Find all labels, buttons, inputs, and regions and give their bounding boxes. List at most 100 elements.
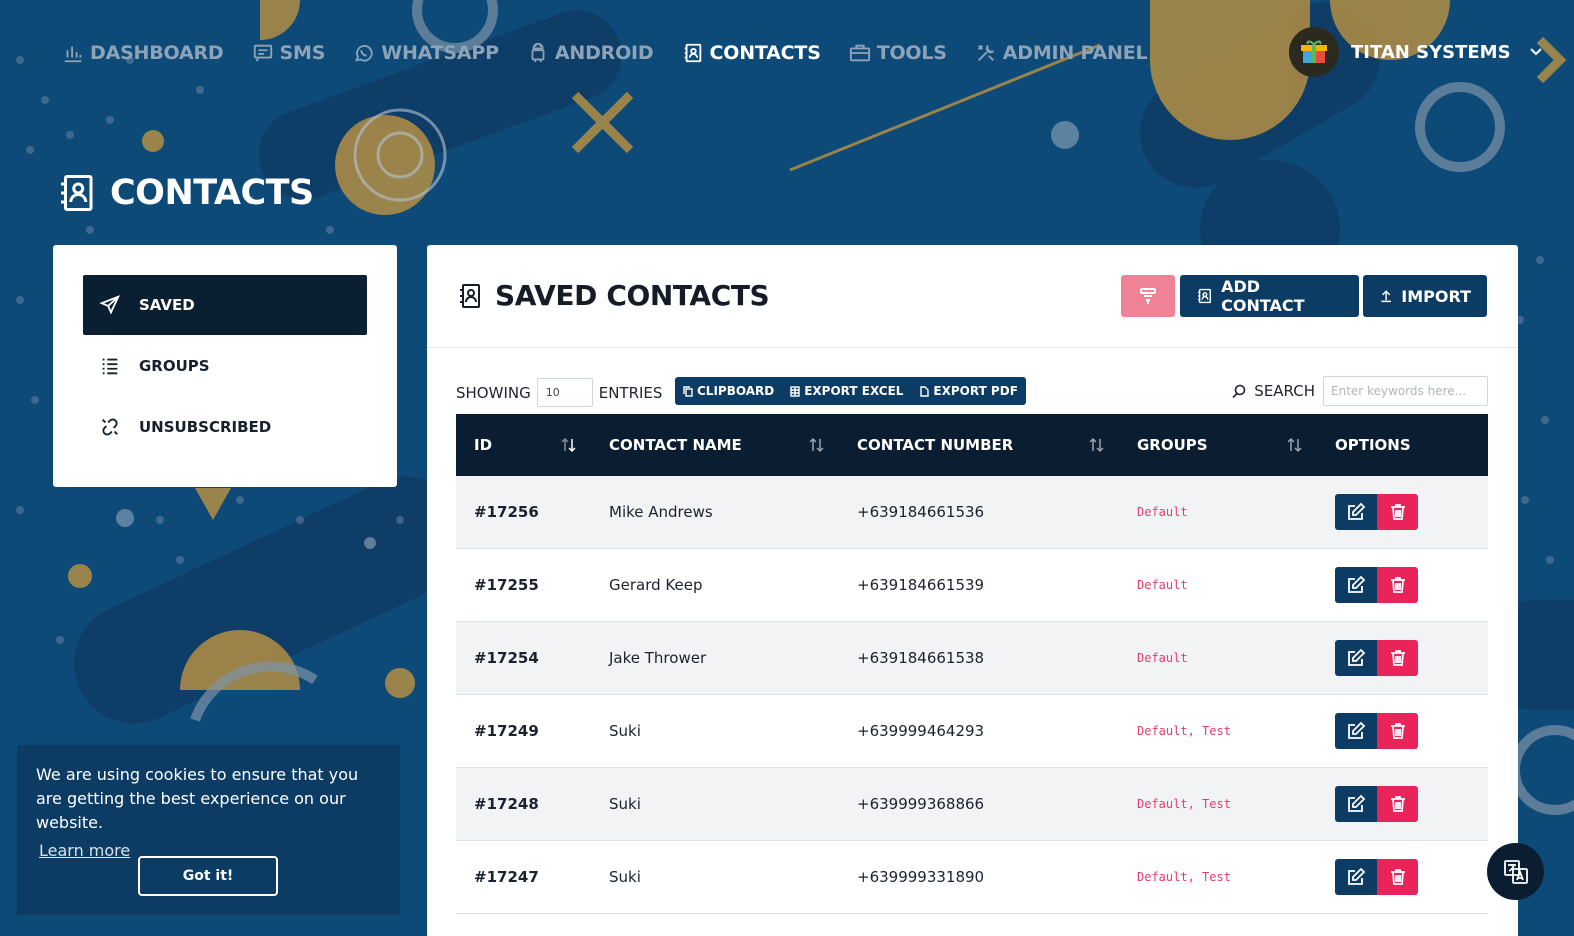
sidebar-item-unsubscribed[interactable]: UNSUBSCRIBED — [83, 397, 367, 457]
page-heading: CONTACTS — [58, 173, 314, 213]
trash-icon — [1390, 504, 1405, 520]
row-actions — [1335, 640, 1418, 676]
edit-icon — [1348, 575, 1366, 593]
row-actions — [1335, 713, 1418, 749]
edit-button[interactable] — [1335, 640, 1377, 676]
nav-item-label: ADMIN PANEL — [1002, 42, 1148, 64]
row-actions — [1335, 859, 1418, 895]
trash-icon — [1390, 796, 1405, 812]
search-label: SEARCH — [1254, 382, 1315, 400]
row-actions — [1335, 494, 1418, 530]
learn-more-link[interactable]: Learn more — [39, 839, 130, 863]
nav-item-contacts[interactable]: CONTACTS — [682, 42, 821, 64]
nav-item-admin-panel[interactable]: ADMIN PANEL — [975, 42, 1148, 64]
edit-icon — [1348, 867, 1366, 885]
clipboard-button[interactable]: CLIPBOARD — [675, 377, 782, 405]
saved-contacts-card: SAVED CONTACTS ADD CONTACT IMPORT SHOWIN… — [427, 245, 1518, 936]
column-header-id[interactable]: ID — [456, 414, 591, 476]
row-actions — [1335, 567, 1418, 603]
add-contact-button[interactable]: ADD CONTACT — [1180, 275, 1359, 317]
add-contact-label: ADD CONTACT — [1221, 277, 1305, 315]
delete-button[interactable] — [1377, 859, 1418, 895]
edit-button[interactable] — [1335, 713, 1377, 749]
cell-groups: Default, Test — [1137, 797, 1231, 811]
card-title-text: SAVED CONTACTS — [495, 279, 770, 312]
table-icon — [790, 385, 800, 397]
entries-input[interactable] — [536, 378, 593, 407]
cell-contact-number: +639999368866 — [857, 795, 985, 813]
trash-icon — [1390, 650, 1405, 666]
cell-groups: Default — [1137, 578, 1188, 592]
export-excel-button[interactable]: EXPORT EXCEL — [782, 377, 911, 405]
delete-button[interactable] — [1377, 640, 1418, 676]
sidebar-item-groups[interactable]: GROUPS — [83, 336, 367, 396]
cell-contact-number: +639184661539 — [857, 576, 985, 594]
edit-button[interactable] — [1335, 494, 1377, 530]
export-pdf-label: EXPORT PDF — [933, 384, 1018, 398]
column-header-label: GROUPS — [1137, 436, 1208, 454]
cookie-accept-button[interactable]: Got it! — [138, 856, 278, 896]
card-header: SAVED CONTACTS ADD CONTACT IMPORT — [427, 245, 1518, 348]
entries-label: ENTRIES — [598, 383, 663, 402]
cell-groups: Default — [1137, 505, 1188, 519]
trash-icon — [1390, 577, 1405, 593]
filter-button[interactable] — [1121, 275, 1175, 317]
cell-options — [1317, 786, 1488, 822]
sidebar-item-saved[interactable]: SAVED — [83, 275, 367, 335]
upload-icon — [1381, 290, 1391, 303]
sort-icon — [1287, 437, 1302, 453]
table-row: #17254 Jake Thrower +639184661538 Defaul… — [456, 622, 1488, 695]
delete-button[interactable] — [1377, 713, 1418, 749]
column-header-label: ID — [474, 436, 493, 454]
trash-icon — [1390, 723, 1405, 739]
copy-icon — [683, 385, 693, 397]
translate-button[interactable] — [1487, 843, 1544, 900]
delete-button[interactable] — [1377, 567, 1418, 603]
delete-button[interactable] — [1377, 494, 1418, 530]
cell-options — [1317, 567, 1488, 603]
column-header-contact-number[interactable]: CONTACT NUMBER — [839, 414, 1119, 476]
search-icon — [1232, 384, 1246, 398]
clipboard-label: CLIPBOARD — [697, 384, 775, 398]
column-header-options: OPTIONS — [1317, 414, 1488, 476]
contacts-icon — [61, 175, 93, 211]
edit-button[interactable] — [1335, 567, 1377, 603]
cell-contact-name: Suki — [609, 868, 641, 886]
list-icon — [102, 358, 118, 375]
cell-options — [1317, 713, 1488, 749]
column-header-contact-name[interactable]: CONTACT NAME — [591, 414, 839, 476]
unlink-icon — [102, 418, 118, 436]
import-button[interactable]: IMPORT — [1363, 275, 1487, 317]
cell-contact-number: +639184661536 — [857, 503, 985, 521]
cell-groups: Default, Test — [1137, 724, 1231, 738]
search-input[interactable] — [1323, 376, 1488, 406]
table-body: #17256 Mike Andrews +639184661536 Defaul… — [456, 476, 1488, 914]
nav-item-dashboard[interactable]: DASHBOARD — [62, 42, 224, 64]
column-header-groups[interactable]: GROUPS — [1119, 414, 1317, 476]
delete-button[interactable] — [1377, 786, 1418, 822]
nav-item-tools[interactable]: TOOLS — [849, 42, 947, 64]
contacts-sidebar: SAVED GROUPS UNSUBSCRIBED — [53, 245, 397, 487]
export-pdf-button[interactable]: EXPORT PDF — [911, 377, 1025, 405]
cell-contact-name: Mike Andrews — [609, 503, 713, 521]
cell-groups: Default — [1137, 651, 1188, 665]
nav-item-android[interactable]: ANDROID — [527, 42, 654, 64]
row-actions — [1335, 786, 1418, 822]
nav-item-whatsapp[interactable]: WHATSAPP — [353, 42, 499, 64]
send-icon — [99, 295, 121, 315]
account-menu[interactable]: TITAN SYSTEMS — [1289, 27, 1543, 77]
cell-contact-name: Suki — [609, 795, 641, 813]
top-navigation: DASHBOARD SMS WHATSAPP ANDROID CONTACTS … — [62, 38, 1148, 68]
edit-icon — [1348, 648, 1366, 666]
nav-item-sms[interactable]: SMS — [252, 42, 325, 64]
cell-contact-name: Suki — [609, 722, 641, 740]
toolbox-icon — [849, 44, 870, 62]
search-control: SEARCH — [1232, 376, 1488, 406]
table-row: #17248 Suki +639999368866 Default, Test — [456, 768, 1488, 841]
contacts-icon — [460, 283, 480, 308]
edit-button[interactable] — [1335, 786, 1377, 822]
bar-chart-icon — [64, 46, 82, 63]
table-header: ID CONTACT NAME CONTACT NUMBER GROUPS OP… — [456, 414, 1488, 476]
edit-button[interactable] — [1335, 859, 1377, 895]
message-icon — [253, 44, 272, 62]
